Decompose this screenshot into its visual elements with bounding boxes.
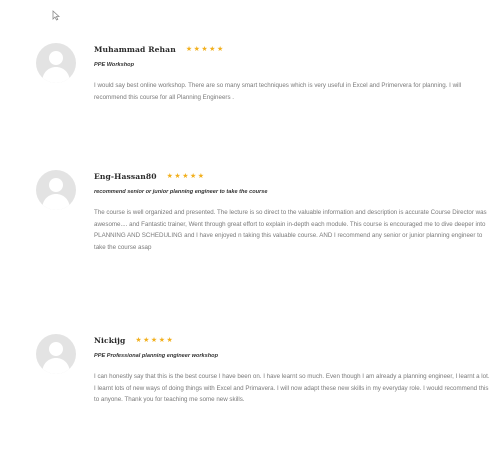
star-icon: ★ [174,172,181,180]
star-icon: ★ [193,45,200,53]
review-text: I would say best online workshop. There … [94,82,462,101]
review-author: Muhammad Rehan [94,44,176,54]
star-icon: ★ [158,336,165,344]
star-icon: ★ [216,45,224,53]
default-user-avatar-icon [36,334,76,374]
review-title: recommend senior or junior planning engi… [94,189,268,195]
star-icon: ★ [150,336,158,344]
star-icon: ★ [166,172,173,180]
review-text: I can honestly say that this is the best… [94,373,490,403]
review-text: The course is well organized and present… [94,209,487,251]
rating-stars: ★ ★ ★ ★ ★ [135,337,172,344]
star-icon: ★ [182,172,189,180]
star-icon: ★ [189,172,197,180]
star-icon: ★ [143,336,150,344]
star-icon: ★ [197,172,205,180]
rating-stars: ★ ★ ★ ★ ★ [186,46,223,53]
default-user-avatar-icon [36,43,76,83]
star-icon: ★ [209,45,216,53]
rating-stars: ★ ★ ★ ★ ★ [167,173,204,180]
star-icon: ★ [135,336,142,344]
review-author: Nickijg [94,335,126,345]
review-title: PPE Workshop [94,62,134,68]
reviews-page: Muhammad Rehan ★ ★ ★ ★ ★ PPE Workshop I … [0,0,494,459]
star-icon: ★ [201,45,208,53]
review-author: Eng-Hassan80 [94,171,157,181]
review-title: PPE Professional planning engineer works… [94,353,219,359]
default-user-avatar-icon [36,170,76,210]
star-icon: ★ [185,45,193,53]
star-icon: ★ [166,336,173,344]
mouse-pointer-icon [52,10,61,21]
